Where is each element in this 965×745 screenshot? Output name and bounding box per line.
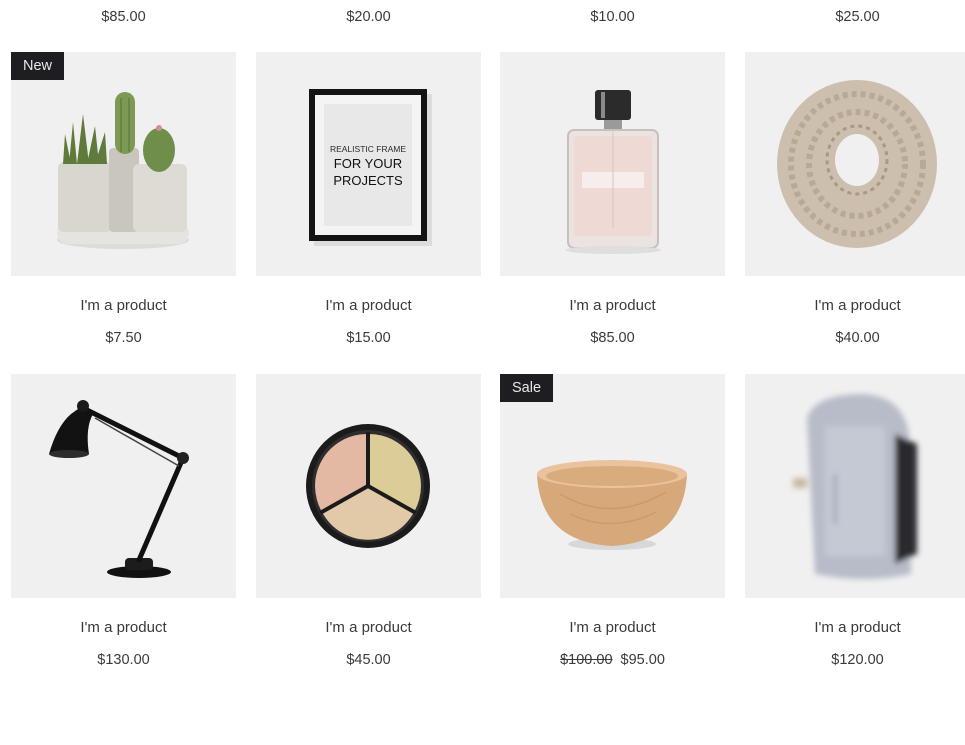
product-name[interactable]: I'm a product (500, 297, 725, 314)
price-value: $40.00 (835, 330, 880, 346)
product-name[interactable]: I'm a product (256, 297, 481, 314)
price-value: $130.00 (97, 652, 150, 668)
concealer-palette-icon (306, 424, 430, 548)
product-image[interactable] (745, 374, 965, 598)
sale-price: $95.00 (620, 652, 665, 668)
product-name[interactable]: I'm a product (256, 619, 481, 636)
backpack-icon (793, 394, 917, 579)
frame-text-line2: FOR YOUR (334, 156, 402, 171)
product-image[interactable] (500, 52, 725, 276)
product-price: $40.00 (745, 330, 965, 346)
previous-row-prices: $85.00 $20.00 $10.00 $25.00 (0, 0, 965, 40)
product-name[interactable]: I'm a product (500, 619, 725, 636)
product-image[interactable]: Sale (500, 374, 725, 598)
wooden-bowl-icon (537, 460, 687, 550)
sale-ribbon: Sale (500, 374, 554, 402)
product-price: $100.00 $95.00 (500, 652, 725, 668)
product-price: $130.00 (11, 652, 236, 668)
picture-frame-icon: REALISTIC FRAME FOR YOUR PROJECTS (309, 89, 432, 246)
product-image[interactable] (256, 374, 481, 598)
product-name[interactable]: I'm a product (11, 297, 236, 314)
product-price: $10.00 (590, 9, 635, 25)
new-ribbon: New (11, 52, 65, 80)
price-value: $120.00 (831, 652, 884, 668)
product-name[interactable]: I'm a product (745, 619, 965, 636)
frame-text-line3: PROJECTS (333, 173, 403, 188)
price-value: $15.00 (346, 330, 391, 346)
frame-text-line1: REALISTIC FRAME (330, 144, 406, 154)
price-value: $7.50 (105, 330, 142, 346)
product-price: $7.50 (11, 330, 236, 346)
cactus-pot-icon (57, 92, 189, 249)
product-image[interactable]: REALISTIC FRAME FOR YOUR PROJECTS (256, 52, 481, 276)
product-price: $45.00 (256, 652, 481, 668)
product-image[interactable] (745, 52, 965, 276)
product-price: $15.00 (256, 330, 481, 346)
product-price: $85.00 (101, 9, 146, 25)
product-name[interactable]: I'm a product (11, 619, 236, 636)
price-value: $85.00 (590, 330, 635, 346)
product-image[interactable] (11, 374, 236, 598)
product-name[interactable]: I'm a product (745, 297, 965, 314)
product-price: $85.00 (500, 330, 725, 346)
price-value: $45.00 (346, 652, 391, 668)
knit-scarf-icon (777, 80, 937, 248)
desk-lamp-icon (49, 400, 189, 578)
product-price: $20.00 (346, 9, 391, 25)
product-price: $120.00 (745, 652, 965, 668)
product-price: $25.00 (835, 9, 880, 25)
perfume-bottle-icon (565, 90, 661, 254)
product-image[interactable]: New (11, 52, 236, 276)
original-price: $100.00 (560, 652, 613, 668)
